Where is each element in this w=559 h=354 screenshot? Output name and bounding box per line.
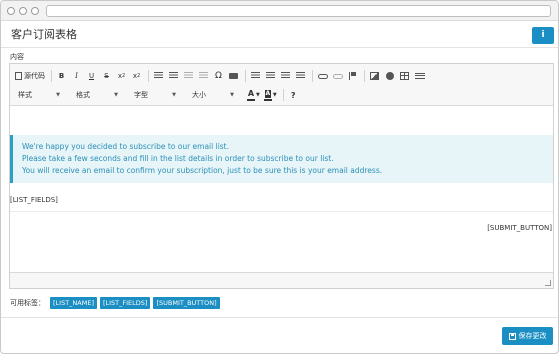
indent-icon[interactable] (197, 69, 210, 83)
save-button[interactable]: 保存更改 (502, 327, 553, 345)
help-icon[interactable]: ? (287, 88, 300, 102)
flash-icon[interactable] (383, 69, 396, 83)
format-select-label: 格式 (76, 91, 90, 99)
footer-divider (1, 317, 558, 318)
alert-line: We're happy you decided to subscribe to … (22, 142, 230, 151)
align-right-icon[interactable] (279, 69, 292, 83)
image-icon[interactable] (368, 69, 381, 83)
chevron-down-icon: ▼ (114, 92, 118, 98)
info-button[interactable]: i (532, 27, 554, 44)
window-dot-close[interactable] (7, 7, 15, 15)
header-divider (1, 47, 558, 48)
toolbar-separator (245, 70, 246, 82)
toolbar-separator (282, 89, 284, 101)
toolbar-separator (148, 70, 149, 82)
style-select[interactable]: 样式 ▼ (14, 88, 64, 102)
table-icon[interactable] (398, 69, 411, 83)
outdent-icon[interactable] (182, 69, 195, 83)
bold-icon[interactable]: B (55, 69, 68, 83)
editor-divider (10, 211, 553, 212)
align-left-icon[interactable] (249, 69, 262, 83)
tag-list-fields[interactable]: [LIST_FIELDS] (99, 297, 151, 309)
chevron-down-icon: ▼ (172, 92, 176, 98)
font-select[interactable]: 字型 ▼ (130, 88, 180, 102)
submit-button-placeholder[interactable]: [SUBMIT_BUTTON] (487, 224, 552, 232)
anchor-icon[interactable] (346, 69, 359, 83)
editor-toolbar: 源代码 B I U S x2 x2 Ω 样式 ▼ 格式 ▼ 字型 ▼ 大小 ▼ … (10, 64, 553, 106)
window-dot-maximize[interactable] (31, 7, 39, 15)
toolbar-separator (312, 70, 313, 82)
underline-icon[interactable]: U (85, 69, 98, 83)
justify-icon[interactable] (294, 69, 307, 83)
special-char-icon[interactable]: Ω (212, 69, 225, 83)
toolbar-row-1: 源代码 B I U S x2 x2 Ω (14, 68, 428, 84)
font-select-label: 字型 (134, 91, 148, 99)
toolbar-row-2: 样式 ▼ 格式 ▼ 字型 ▼ 大小 ▼ A ▼ A ▼ ? (14, 87, 302, 103)
subscript-icon[interactable]: x2 (115, 69, 128, 83)
page-title: 客户订阅表格 (11, 28, 77, 41)
tag-submit-button[interactable]: [SUBMIT_BUTTON] (153, 297, 220, 309)
resize-handle[interactable] (545, 280, 551, 286)
italic-icon[interactable]: I (70, 69, 83, 83)
available-tags: 可用标签： [LIST_NAME] [LIST_FIELDS] [SUBMIT_… (10, 297, 223, 309)
chevron-down-icon: ▼ (230, 92, 234, 98)
format-select[interactable]: 格式 ▼ (72, 88, 122, 102)
horizontal-rule-icon[interactable] (413, 69, 426, 83)
save-button-label: 保存更改 (518, 332, 547, 340)
chevron-down-icon: ▼ (56, 92, 60, 98)
window-dot-minimize[interactable] (19, 7, 27, 15)
link-icon[interactable] (316, 69, 329, 83)
source-label: 源代码 (24, 72, 45, 80)
style-select-label: 样式 (18, 91, 32, 99)
size-select[interactable]: 大小 ▼ (188, 88, 238, 102)
tags-label: 可用标签： (10, 299, 45, 307)
content-label: 内容 (10, 53, 24, 61)
save-icon (508, 332, 516, 340)
bg-color-button[interactable]: A ▼ (263, 88, 278, 102)
toolbar-separator (364, 70, 365, 82)
address-bar[interactable] (46, 5, 551, 17)
source-icon (15, 72, 22, 80)
alert-line: Please take a few seconds and fill in th… (22, 154, 334, 163)
size-select-label: 大小 (192, 91, 206, 99)
bg-color-icon: A (263, 89, 272, 101)
superscript-icon[interactable]: x2 (130, 69, 143, 83)
editor-statusbar (10, 272, 553, 288)
rich-text-editor[interactable]: 源代码 B I U S x2 x2 Ω 样式 ▼ 格式 ▼ 字型 ▼ 大小 ▼ … (9, 63, 554, 289)
browser-window: 客户订阅表格 i 内容 源代码 B I U S x2 x2 Ω 样式 ▼ 格式 … (0, 0, 559, 354)
strikethrough-icon[interactable]: S (100, 69, 113, 83)
alert-line: You will receive an email to confirm you… (22, 166, 383, 175)
align-center-icon[interactable] (264, 69, 277, 83)
subscribe-info-alert[interactable]: We're happy you decided to subscribe to … (10, 135, 553, 183)
bulleted-list-icon[interactable] (167, 69, 180, 83)
numbered-list-icon[interactable] (152, 69, 165, 83)
toolbar-separator (51, 70, 52, 82)
text-color-icon: A (247, 89, 255, 101)
tag-list-name[interactable]: [LIST_NAME] (50, 297, 97, 309)
list-fields-placeholder[interactable]: [LIST_FIELDS] (10, 196, 58, 204)
window-chrome (1, 1, 558, 21)
unlink-icon[interactable] (331, 69, 344, 83)
blockquote-icon[interactable] (227, 69, 240, 83)
source-button[interactable]: 源代码 (14, 69, 46, 83)
text-color-button[interactable]: A ▼ (246, 88, 261, 102)
info-icon: i (541, 30, 545, 40)
